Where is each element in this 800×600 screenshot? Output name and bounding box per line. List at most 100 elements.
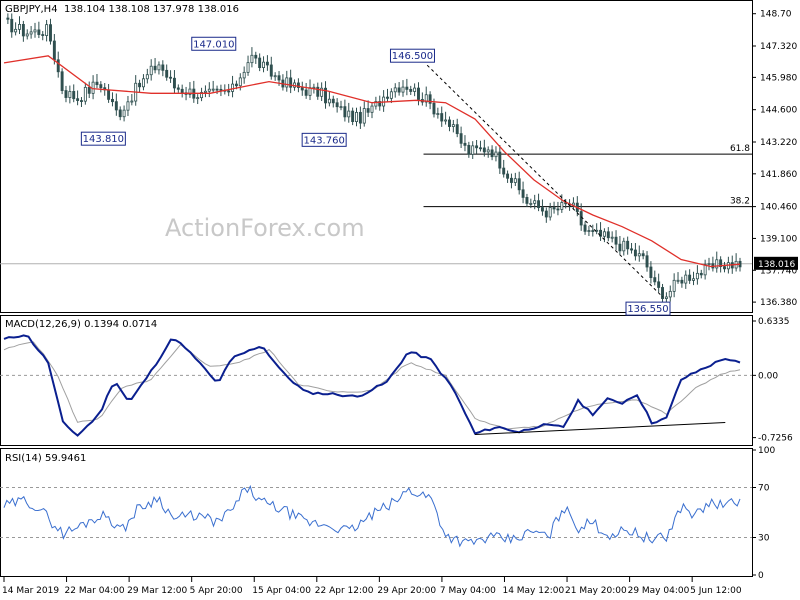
- candle-body: [699, 272, 703, 276]
- candle-body: [707, 263, 711, 266]
- candle-body: [517, 178, 521, 191]
- candle-body: [653, 277, 657, 283]
- candle-body: [664, 296, 668, 299]
- time-tick-label: 29 Mar 12:00: [127, 586, 187, 596]
- time-tick-label: 14 May 12:00: [502, 586, 564, 596]
- time-tick-label: 5 Jun 12:00: [690, 586, 742, 596]
- candle-body: [630, 248, 634, 251]
- candle-body: [525, 197, 529, 204]
- candle-body: [231, 83, 235, 92]
- candle-body: [602, 231, 606, 237]
- candle-body: [405, 86, 409, 90]
- candle-body: [37, 29, 41, 35]
- macd-tick-label: -0.7256: [758, 434, 793, 444]
- price-tick-label: 144.600: [760, 106, 797, 116]
- fib-level-label: 61.8: [730, 144, 750, 154]
- candle-body: [207, 88, 211, 92]
- candle-body: [269, 64, 273, 77]
- price-tick-label: 147.320: [760, 42, 797, 52]
- candle-body: [401, 86, 405, 93]
- watermark: ActionForex.com: [165, 214, 365, 242]
- price-tick-label: 136.380: [760, 298, 797, 308]
- candle-body: [118, 109, 122, 118]
- candle-body: [169, 76, 173, 79]
- candle-body: [560, 202, 564, 210]
- candle-body: [370, 105, 374, 113]
- candle-body: [668, 290, 672, 298]
- candle-body: [80, 100, 83, 102]
- price-level-label: 143.810: [80, 131, 126, 146]
- candle-body: [161, 64, 165, 71]
- candle-body: [417, 87, 420, 100]
- candle-body: [366, 108, 370, 113]
- price-level-text: 143.810: [83, 134, 124, 145]
- chart-header: GBPJPY,H4: [5, 4, 58, 15]
- price-level-label: 147.010: [191, 36, 237, 51]
- candle-body: [41, 34, 45, 36]
- candle-body: [409, 88, 413, 92]
- candle-body: [6, 17, 10, 20]
- candle-body: [300, 87, 304, 91]
- candle-body: [157, 64, 161, 71]
- price-level-label: 143.760: [301, 132, 347, 147]
- candle-body: [618, 243, 622, 252]
- candle-body: [440, 113, 444, 122]
- time-tick-label: 21 May 20:00: [565, 586, 627, 596]
- candle-body: [165, 69, 169, 78]
- candle-body: [91, 81, 95, 94]
- candle-body: [14, 28, 18, 33]
- candle-body: [110, 98, 114, 103]
- candle-body: [695, 272, 699, 280]
- price-level-text: 136.550: [627, 304, 668, 315]
- candle-body: [688, 274, 692, 281]
- candle-body: [715, 259, 719, 269]
- candle-body: [692, 278, 695, 281]
- price-level-text: 147.010: [193, 39, 234, 50]
- candle-body: [626, 240, 630, 250]
- macd-tick-label: 0.6335: [758, 317, 790, 327]
- candle-body: [172, 77, 176, 89]
- candle-body: [277, 75, 281, 81]
- candle-body: [130, 100, 134, 103]
- candle-body: [587, 230, 591, 232]
- candle-body: [397, 87, 401, 93]
- candle-body: [637, 253, 641, 257]
- candle-body: [552, 207, 556, 210]
- candle-body: [645, 255, 649, 268]
- price-tick-label: 143.220: [760, 138, 797, 148]
- candle-body: [215, 88, 219, 91]
- candle-body: [521, 189, 525, 198]
- candle-body: [649, 266, 653, 279]
- candle-body: [122, 109, 126, 118]
- price-tick-label: 148.70: [760, 10, 792, 20]
- candle-body: [436, 113, 440, 115]
- candle-body: [45, 24, 49, 36]
- candle-body: [486, 149, 490, 153]
- candle-body: [262, 61, 266, 68]
- candle-body: [459, 133, 463, 144]
- candle-body: [475, 145, 479, 149]
- price-tick-label: 140.460: [760, 203, 797, 213]
- chart-header-ohlc: 138.104 138.108 137.978 138.016: [64, 4, 239, 15]
- price-level-text: 146.500: [392, 51, 433, 62]
- candle-body: [114, 101, 118, 111]
- candle-body: [478, 147, 482, 150]
- candle-body: [18, 24, 21, 30]
- time-tick-label: 7 May 04:00: [440, 586, 496, 596]
- candle-body: [513, 178, 517, 183]
- candle-body: [238, 77, 242, 87]
- candle-body: [498, 151, 502, 169]
- candle-body: [29, 31, 33, 35]
- candle-body: [606, 231, 610, 239]
- candle-body: [87, 86, 91, 94]
- candle-body: [145, 74, 149, 80]
- candle-body: [250, 54, 254, 64]
- candle-body: [622, 240, 626, 252]
- candle-body: [455, 124, 459, 135]
- candle-body: [444, 119, 448, 122]
- candle-body: [107, 89, 111, 100]
- candle-body: [657, 281, 661, 288]
- candle-body: [126, 101, 130, 111]
- rsi-panel-frame: [0, 448, 753, 577]
- last-price-label: 138.016: [758, 260, 795, 270]
